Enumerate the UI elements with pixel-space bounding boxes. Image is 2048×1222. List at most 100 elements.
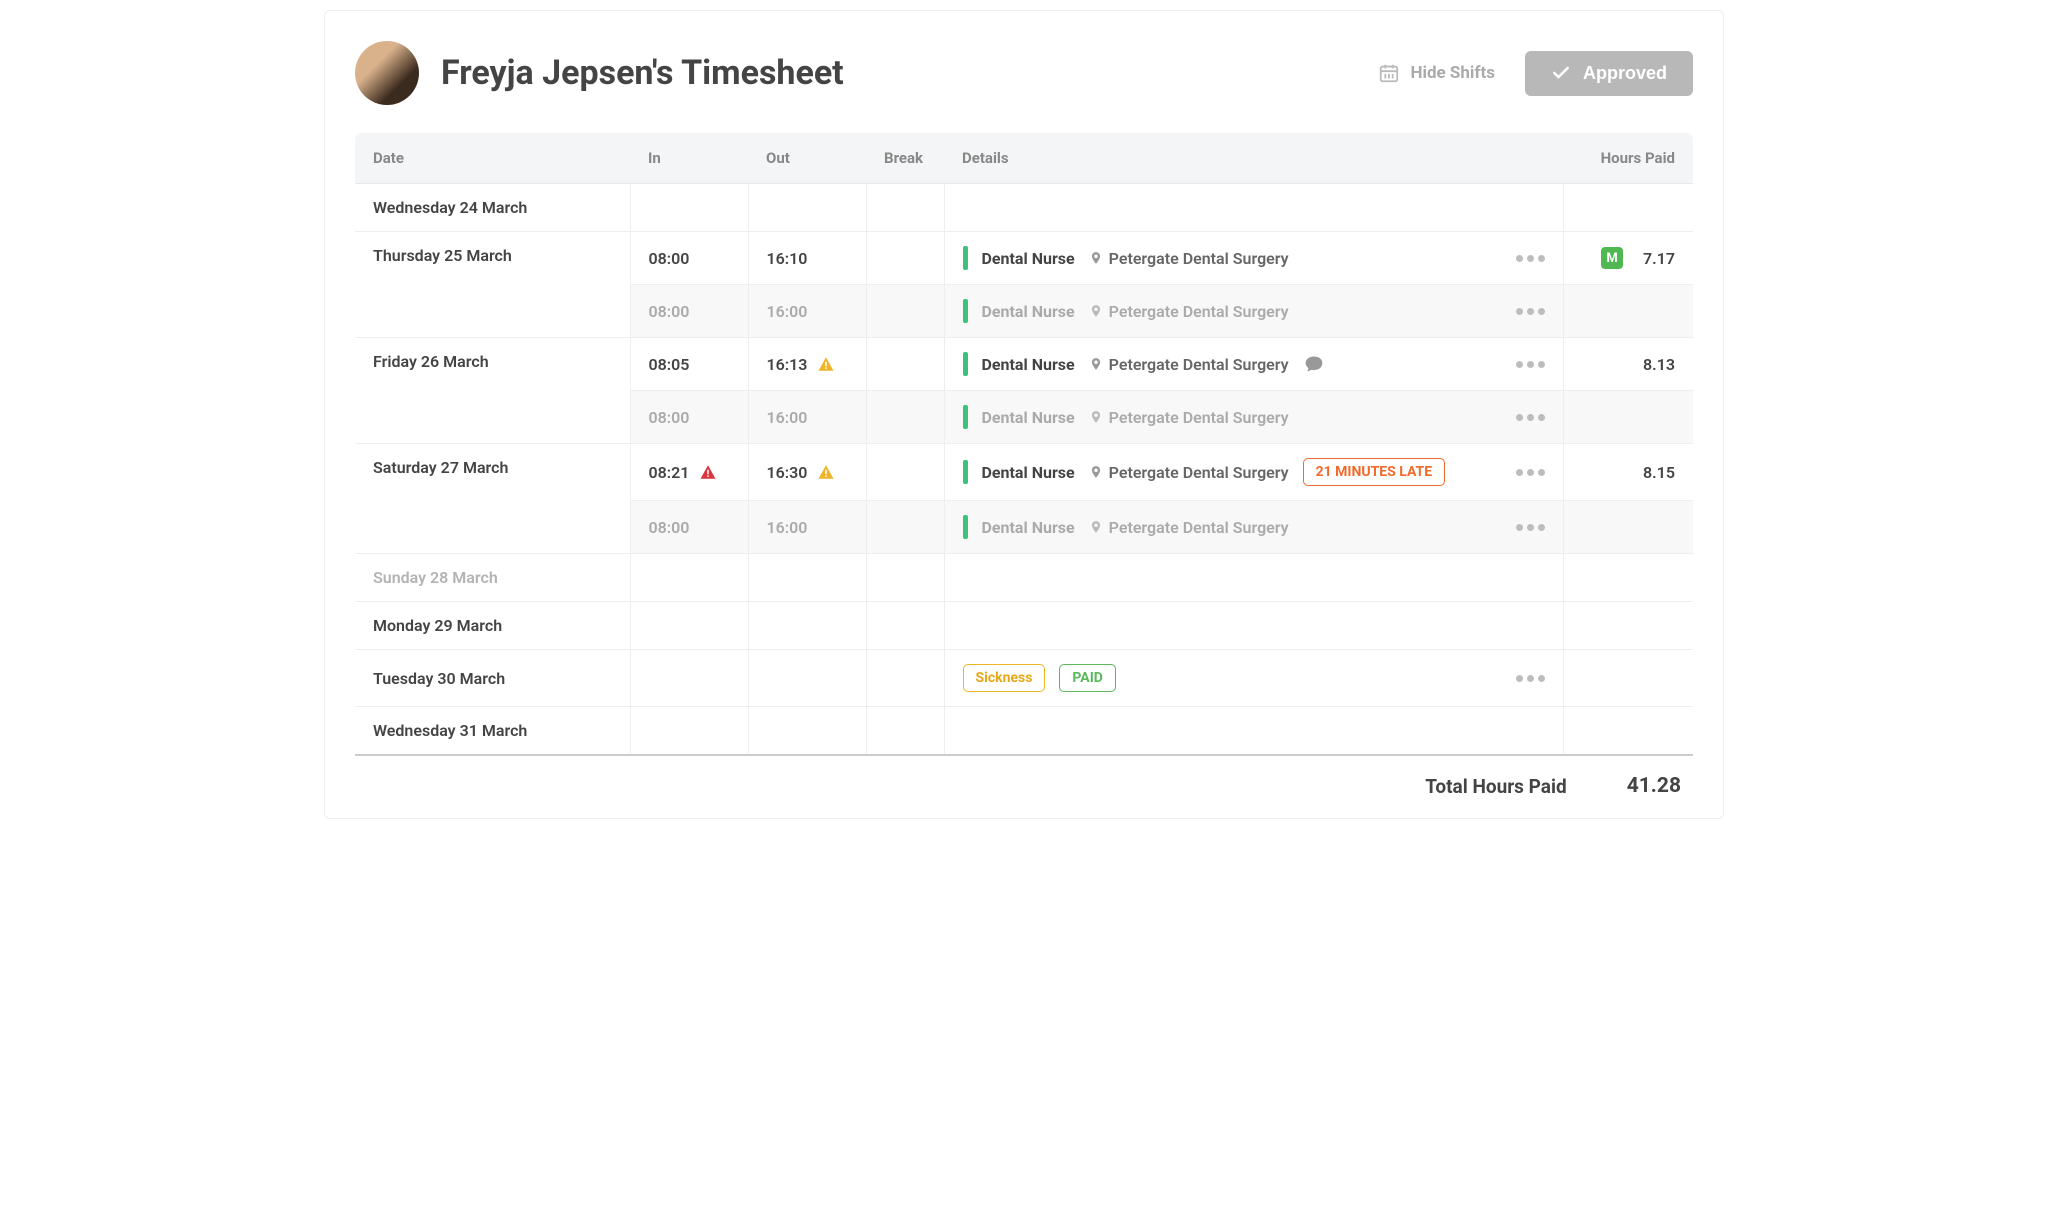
details-cell: Dental Nurse Petergate Dental Surgery [963, 299, 1545, 323]
location-label: Petergate Dental Surgery [1089, 302, 1289, 321]
warning-icon [817, 463, 835, 481]
sickness-badge: Sickness [963, 664, 1046, 692]
alert-icon [699, 463, 717, 481]
out-time-scheduled: 16:00 [767, 408, 848, 427]
timesheet-table: Date In Out Break Details Hours Paid Wed… [355, 133, 1693, 755]
avatar [355, 41, 419, 105]
table-row: Monday 29 March [355, 602, 1693, 650]
in-time[interactable]: 08:21 [649, 463, 730, 482]
date-cell: Monday 29 March [355, 602, 630, 650]
page-header: Freyja Jepsen's Timesheet Hide Shifts Ap… [355, 41, 1693, 105]
more-menu[interactable] [1516, 414, 1545, 421]
hours-value: 8.15 [1643, 463, 1675, 482]
table-row: Saturday 27 March 08:21 16:30 [355, 444, 1693, 501]
late-badge: 21 MINUTES LATE [1303, 458, 1445, 486]
location-label: Petergate Dental Surgery [1089, 249, 1289, 268]
more-menu[interactable] [1516, 675, 1545, 682]
location-label: Petergate Dental Surgery [1089, 463, 1289, 482]
out-time[interactable]: 16:10 [767, 249, 848, 268]
role-label: Dental Nurse [982, 463, 1075, 482]
total-value: 41.28 [1627, 774, 1681, 798]
more-menu[interactable] [1516, 255, 1545, 262]
warning-icon [817, 355, 835, 373]
table-header-row: Date In Out Break Details Hours Paid [355, 133, 1693, 184]
table-row: Wednesday 31 March [355, 707, 1693, 755]
role-color-bar [963, 515, 968, 539]
hours-cell: M 7.17 [1582, 247, 1676, 269]
col-hours-paid: Hours Paid [1563, 133, 1693, 184]
in-time-scheduled: 08:00 [649, 408, 730, 427]
details-cell: Dental Nurse Petergate Dental Surgery [963, 352, 1545, 376]
paid-badge: PAID [1059, 664, 1116, 692]
date-cell: Thursday 25 March [355, 232, 630, 338]
table-row: Thursday 25 March 08:00 16:10 Dental Nur… [355, 232, 1693, 285]
check-icon [1551, 63, 1571, 83]
col-in: In [630, 133, 748, 184]
role-color-bar [963, 246, 968, 270]
details-cell: Dental Nurse Petergate Dental Surgery [963, 405, 1545, 429]
badge-m: M [1601, 247, 1623, 269]
in-time[interactable]: 08:00 [649, 249, 730, 268]
table-row: Tuesday 30 March Sickness PAID [355, 650, 1693, 707]
out-time-scheduled: 16:00 [767, 302, 848, 321]
total-label: Total Hours Paid [1425, 775, 1567, 798]
table-row: Wednesday 24 March [355, 184, 1693, 232]
more-menu[interactable] [1516, 308, 1545, 315]
role-color-bar [963, 299, 968, 323]
more-menu[interactable] [1516, 361, 1545, 368]
page-title: Freyja Jepsen's Timesheet [441, 53, 1356, 93]
out-time[interactable]: 16:30 [767, 463, 848, 482]
out-time-scheduled: 16:00 [767, 518, 848, 537]
role-color-bar [963, 405, 968, 429]
more-menu[interactable] [1516, 469, 1545, 476]
hide-shifts-label: Hide Shifts [1410, 63, 1495, 83]
pin-icon [1089, 463, 1103, 481]
in-time[interactable]: 08:05 [649, 355, 730, 374]
approved-button[interactable]: Approved [1525, 51, 1693, 96]
role-color-bar [963, 460, 968, 484]
more-menu[interactable] [1516, 524, 1545, 531]
role-label: Dental Nurse [982, 355, 1075, 374]
details-cell: Dental Nurse Petergate Dental Surgery [963, 515, 1545, 539]
date-cell: Saturday 27 March [355, 444, 630, 554]
role-label: Dental Nurse [982, 249, 1075, 268]
in-time-scheduled: 08:00 [649, 518, 730, 537]
comment-icon[interactable] [1303, 354, 1325, 374]
date-cell: Friday 26 March [355, 338, 630, 444]
timesheet-page: Freyja Jepsen's Timesheet Hide Shifts Ap… [324, 10, 1724, 819]
date-cell: Wednesday 31 March [355, 707, 630, 755]
table-footer: Total Hours Paid 41.28 [355, 754, 1693, 798]
role-label: Dental Nurse [982, 408, 1075, 427]
date-cell: Wednesday 24 March [355, 184, 630, 232]
location-label: Petergate Dental Surgery [1089, 518, 1289, 537]
date-cell: Sunday 28 March [355, 554, 630, 602]
location-label: Petergate Dental Surgery [1089, 408, 1289, 427]
col-date: Date [355, 133, 630, 184]
in-time-scheduled: 08:00 [649, 302, 730, 321]
approved-label: Approved [1583, 63, 1667, 84]
details-cell: Dental Nurse Petergate Dental Surgery [963, 246, 1545, 270]
table-row: Friday 26 March 08:05 16:13 Dental Nurse [355, 338, 1693, 391]
pin-icon [1089, 249, 1103, 267]
role-label: Dental Nurse [982, 302, 1075, 321]
pin-icon [1089, 355, 1103, 373]
col-out: Out [748, 133, 866, 184]
hours-cell: 8.15 [1582, 463, 1676, 482]
pin-icon [1089, 518, 1103, 536]
hours-value: 8.13 [1643, 355, 1675, 374]
col-break: Break [866, 133, 944, 184]
details-cell: Sickness PAID [963, 664, 1545, 692]
hide-shifts-button[interactable]: Hide Shifts [1378, 62, 1495, 84]
location-label: Petergate Dental Surgery [1089, 355, 1289, 374]
calendar-icon [1378, 62, 1400, 84]
table-row: Sunday 28 March [355, 554, 1693, 602]
role-color-bar [963, 352, 968, 376]
hours-value: 7.17 [1643, 249, 1675, 268]
out-time[interactable]: 16:13 [767, 355, 848, 374]
pin-icon [1089, 302, 1103, 320]
details-cell: Dental Nurse Petergate Dental Surgery 21… [963, 458, 1545, 486]
date-cell: Tuesday 30 March [355, 650, 630, 707]
col-details: Details [944, 133, 1563, 184]
pin-icon [1089, 408, 1103, 426]
hours-cell: 8.13 [1582, 355, 1676, 374]
